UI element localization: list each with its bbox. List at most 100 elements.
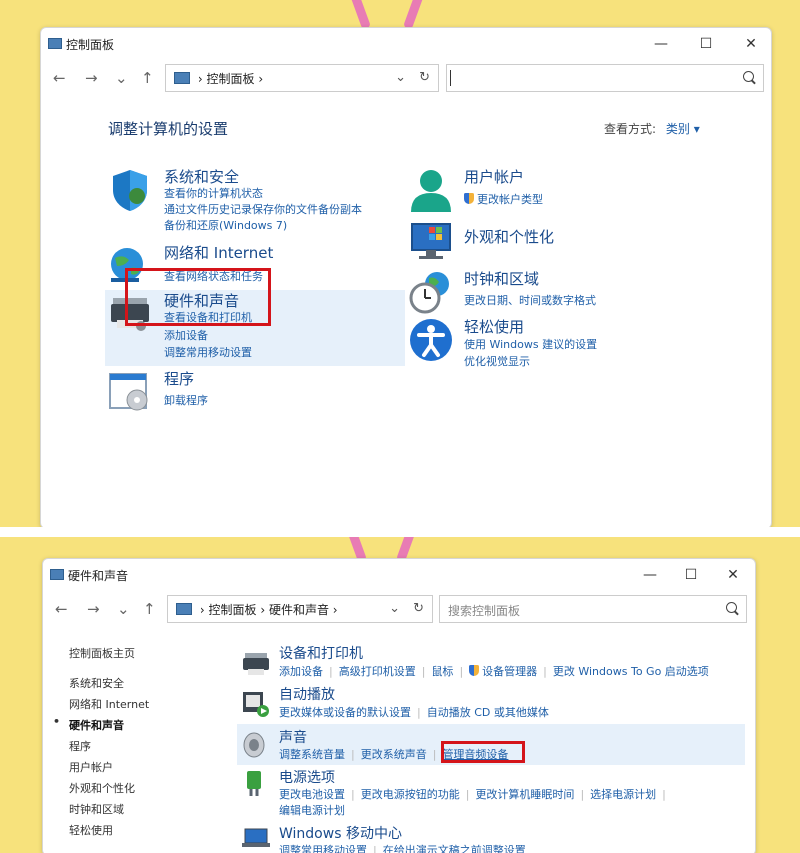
search-input[interactable]: 搜索控制面板 xyxy=(439,595,747,623)
accessibility-icon xyxy=(410,319,452,361)
section-title[interactable]: Windows 移动中心 xyxy=(279,823,402,843)
sidebar-item-hardware-sound[interactable]: 硬件和声音 xyxy=(69,717,124,733)
category-link[interactable]: 备份和还原(Windows 7) xyxy=(164,217,287,233)
sidebar-item-system-security[interactable]: 系统和安全 xyxy=(69,675,124,691)
link-change-system-sounds[interactable]: 更改系统声音 xyxy=(361,748,427,761)
link-choose-power-plan[interactable]: 选择电源计划 xyxy=(590,788,656,801)
link-adjust-mobility-settings[interactable]: 调整常用移动设置 xyxy=(279,844,367,853)
breadcrumb-separator[interactable]: › xyxy=(260,603,265,617)
sidebar-item-programs[interactable]: 程序 xyxy=(69,738,91,754)
sidebar-item-appearance[interactable]: 外观和个性化 xyxy=(69,780,135,796)
category-title[interactable]: 用户帐户 xyxy=(464,166,524,187)
window-title: 控制面板 xyxy=(66,38,115,52)
category-title[interactable]: 网络和 Internet xyxy=(164,242,273,263)
annotation-highlight-box xyxy=(441,741,525,763)
breadcrumb-hardware-sound[interactable]: 硬件和声音 xyxy=(269,603,329,617)
link-add-device[interactable]: 添加设备 xyxy=(279,665,323,678)
section-title[interactable]: 声音 xyxy=(279,727,307,747)
link-mouse[interactable]: 鼠标 xyxy=(431,665,453,678)
category-title[interactable]: 系统和安全 xyxy=(164,166,239,187)
breadcrumb-separator[interactable]: › xyxy=(200,603,205,617)
back-button[interactable]: ← xyxy=(55,599,68,619)
view-by-label: 查看方式: xyxy=(604,122,657,136)
category-title[interactable]: 轻松使用 xyxy=(464,316,524,337)
breadcrumb-separator[interactable]: › xyxy=(333,603,338,617)
category-link-label[interactable]: 更改帐户类型 xyxy=(477,193,543,206)
minimize-button[interactable]: — xyxy=(630,563,670,587)
window-title: 硬件和声音 xyxy=(68,569,129,583)
category-title[interactable]: 外观和个性化 xyxy=(464,226,554,247)
search-icon-handle xyxy=(751,79,756,85)
link-windows-to-go[interactable]: 更改 Windows To Go 启动选项 xyxy=(553,665,709,678)
address-bar[interactable]: › 控制面板 › ⌄ ↻ xyxy=(165,64,439,92)
search-icon-handle xyxy=(734,610,739,616)
link-advanced-printer-settings[interactable]: 高级打印机设置 xyxy=(339,665,416,678)
breadcrumb-separator[interactable]: › xyxy=(198,72,203,86)
bottom-screenshot-panel: 硬件和声音 — ☐ ✕ ← → ⌄ ↑ › 控制面板 › 硬件和声音 › ⌄ ↻ xyxy=(0,537,800,853)
category-link[interactable]: 通过文件历史记录保存你的文件备份副本 xyxy=(164,201,362,217)
sidebar-item-network[interactable]: 网络和 Internet xyxy=(69,696,149,712)
sidebar-active-bullet: • xyxy=(53,715,61,728)
back-button[interactable]: ← xyxy=(53,68,66,88)
section-title[interactable]: 自动播放 xyxy=(279,684,335,704)
close-button[interactable]: ✕ xyxy=(713,563,753,587)
control-panel-small-icon xyxy=(174,72,190,84)
category-link[interactable]: 调整常用移动设置 xyxy=(164,344,252,360)
maximize-button[interactable]: ☐ xyxy=(686,32,726,56)
link-sleep-time[interactable]: 更改计算机睡眠时间 xyxy=(475,788,574,801)
link-power-button-function[interactable]: 更改电源按钮的功能 xyxy=(361,788,460,801)
section-links: 调整常用移动设置 | 在给出演示文稿之前调整设置 xyxy=(279,842,526,853)
address-dropdown-button[interactable]: ⌄ xyxy=(389,601,400,616)
recent-locations-button[interactable]: ⌄ xyxy=(117,599,130,619)
category-link[interactable]: 使用 Windows 建议的设置 xyxy=(464,336,597,352)
category-link[interactable]: 添加设备 xyxy=(164,327,208,343)
category-link[interactable]: 优化视觉显示 xyxy=(464,353,530,369)
hardware-sound-icon xyxy=(50,569,64,580)
link-presentation-settings[interactable]: 在给出演示文稿之前调整设置 xyxy=(383,844,526,853)
breadcrumb-control-panel[interactable]: 控制面板 xyxy=(206,72,254,86)
sidebar-item-clock-region[interactable]: 时钟和区域 xyxy=(69,801,124,817)
recent-locations-button[interactable]: ⌄ xyxy=(115,68,128,88)
hardware-sound-window: 硬件和声音 — ☐ ✕ ← → ⌄ ↑ › 控制面板 › 硬件和声音 › ⌄ ↻ xyxy=(42,558,756,853)
refresh-button[interactable]: ↻ xyxy=(419,70,430,85)
breadcrumb-control-panel[interactable]: 控制面板 xyxy=(208,603,256,617)
link-autoplay-cd[interactable]: 自动播放 CD 或其他媒体 xyxy=(427,706,549,719)
category-link[interactable]: 查看你的计算机状态 xyxy=(164,185,263,201)
link-device-manager[interactable]: 设备管理器 xyxy=(482,665,537,678)
monitor-icon xyxy=(411,223,451,259)
category-title[interactable]: 程序 xyxy=(164,368,194,389)
sidebar-item-ease-of-access[interactable]: 轻松使用 xyxy=(69,822,113,838)
category-title[interactable]: 时钟和区域 xyxy=(464,268,539,289)
section-links: 更改电池设置 | 更改电源按钮的功能 | 更改计算机睡眠时间 | 选择电源计划 | xyxy=(279,788,666,801)
category-link[interactable]: 更改日期、时间或数字格式 xyxy=(464,292,596,308)
section-title[interactable]: 设备和打印机 xyxy=(279,643,363,663)
shield-icon xyxy=(113,170,147,211)
address-bar[interactable]: › 控制面板 › 硬件和声音 › ⌄ ↻ xyxy=(167,595,433,623)
up-button[interactable]: ↑ xyxy=(143,599,156,619)
forward-button[interactable]: → xyxy=(87,599,100,619)
link-battery-settings[interactable]: 更改电池设置 xyxy=(279,788,345,801)
clock-globe-icon xyxy=(409,272,449,314)
section-title[interactable]: 电源选项 xyxy=(279,767,335,787)
link-adjust-volume[interactable]: 调整系统音量 xyxy=(279,748,345,761)
minimize-button[interactable]: — xyxy=(641,32,681,56)
category-link[interactable]: 卸载程序 xyxy=(164,392,208,408)
refresh-button[interactable]: ↻ xyxy=(413,601,424,616)
up-button[interactable]: ↑ xyxy=(141,68,154,88)
link-edit-power-plan[interactable]: 编辑电源计划 xyxy=(279,802,345,818)
sidebar-home-link[interactable]: 控制面板主页 xyxy=(69,645,135,661)
breadcrumb: › 控制面板 › xyxy=(174,70,263,87)
close-button[interactable]: ✕ xyxy=(731,32,771,56)
sidebar-item-user-accounts[interactable]: 用户帐户 xyxy=(69,759,113,775)
search-input[interactable] xyxy=(446,64,764,92)
user-icon xyxy=(411,170,451,212)
address-bar-row: ← → ⌄ ↑ › 控制面板 › ⌄ ↻ xyxy=(41,60,771,96)
breadcrumb-separator[interactable]: › xyxy=(258,72,263,86)
page-heading: 调整计算机的设置 xyxy=(108,120,229,138)
forward-button[interactable]: → xyxy=(85,68,98,88)
link-change-media-defaults[interactable]: 更改媒体或设备的默认设置 xyxy=(279,706,411,719)
view-by-dropdown[interactable]: 类别 ▾ xyxy=(666,122,700,136)
maximize-button[interactable]: ☐ xyxy=(671,563,711,587)
category-link[interactable]: 更改帐户类型 xyxy=(464,191,543,207)
address-dropdown-button[interactable]: ⌄ xyxy=(395,70,406,85)
